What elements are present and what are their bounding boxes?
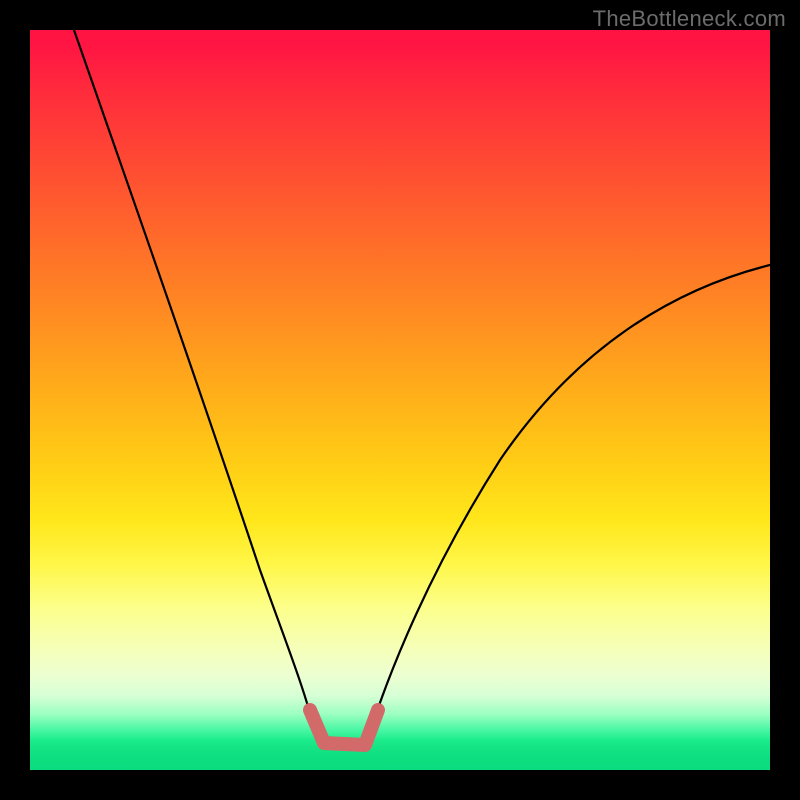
plot-area — [30, 30, 770, 770]
curve-overlay — [30, 30, 770, 770]
flat-minimum-highlight — [310, 710, 378, 745]
curve-left-branch — [74, 30, 315, 732]
watermark-label: TheBottleneck.com — [593, 6, 786, 32]
chart-frame: TheBottleneck.com — [0, 0, 800, 800]
curve-right-branch — [370, 265, 770, 732]
